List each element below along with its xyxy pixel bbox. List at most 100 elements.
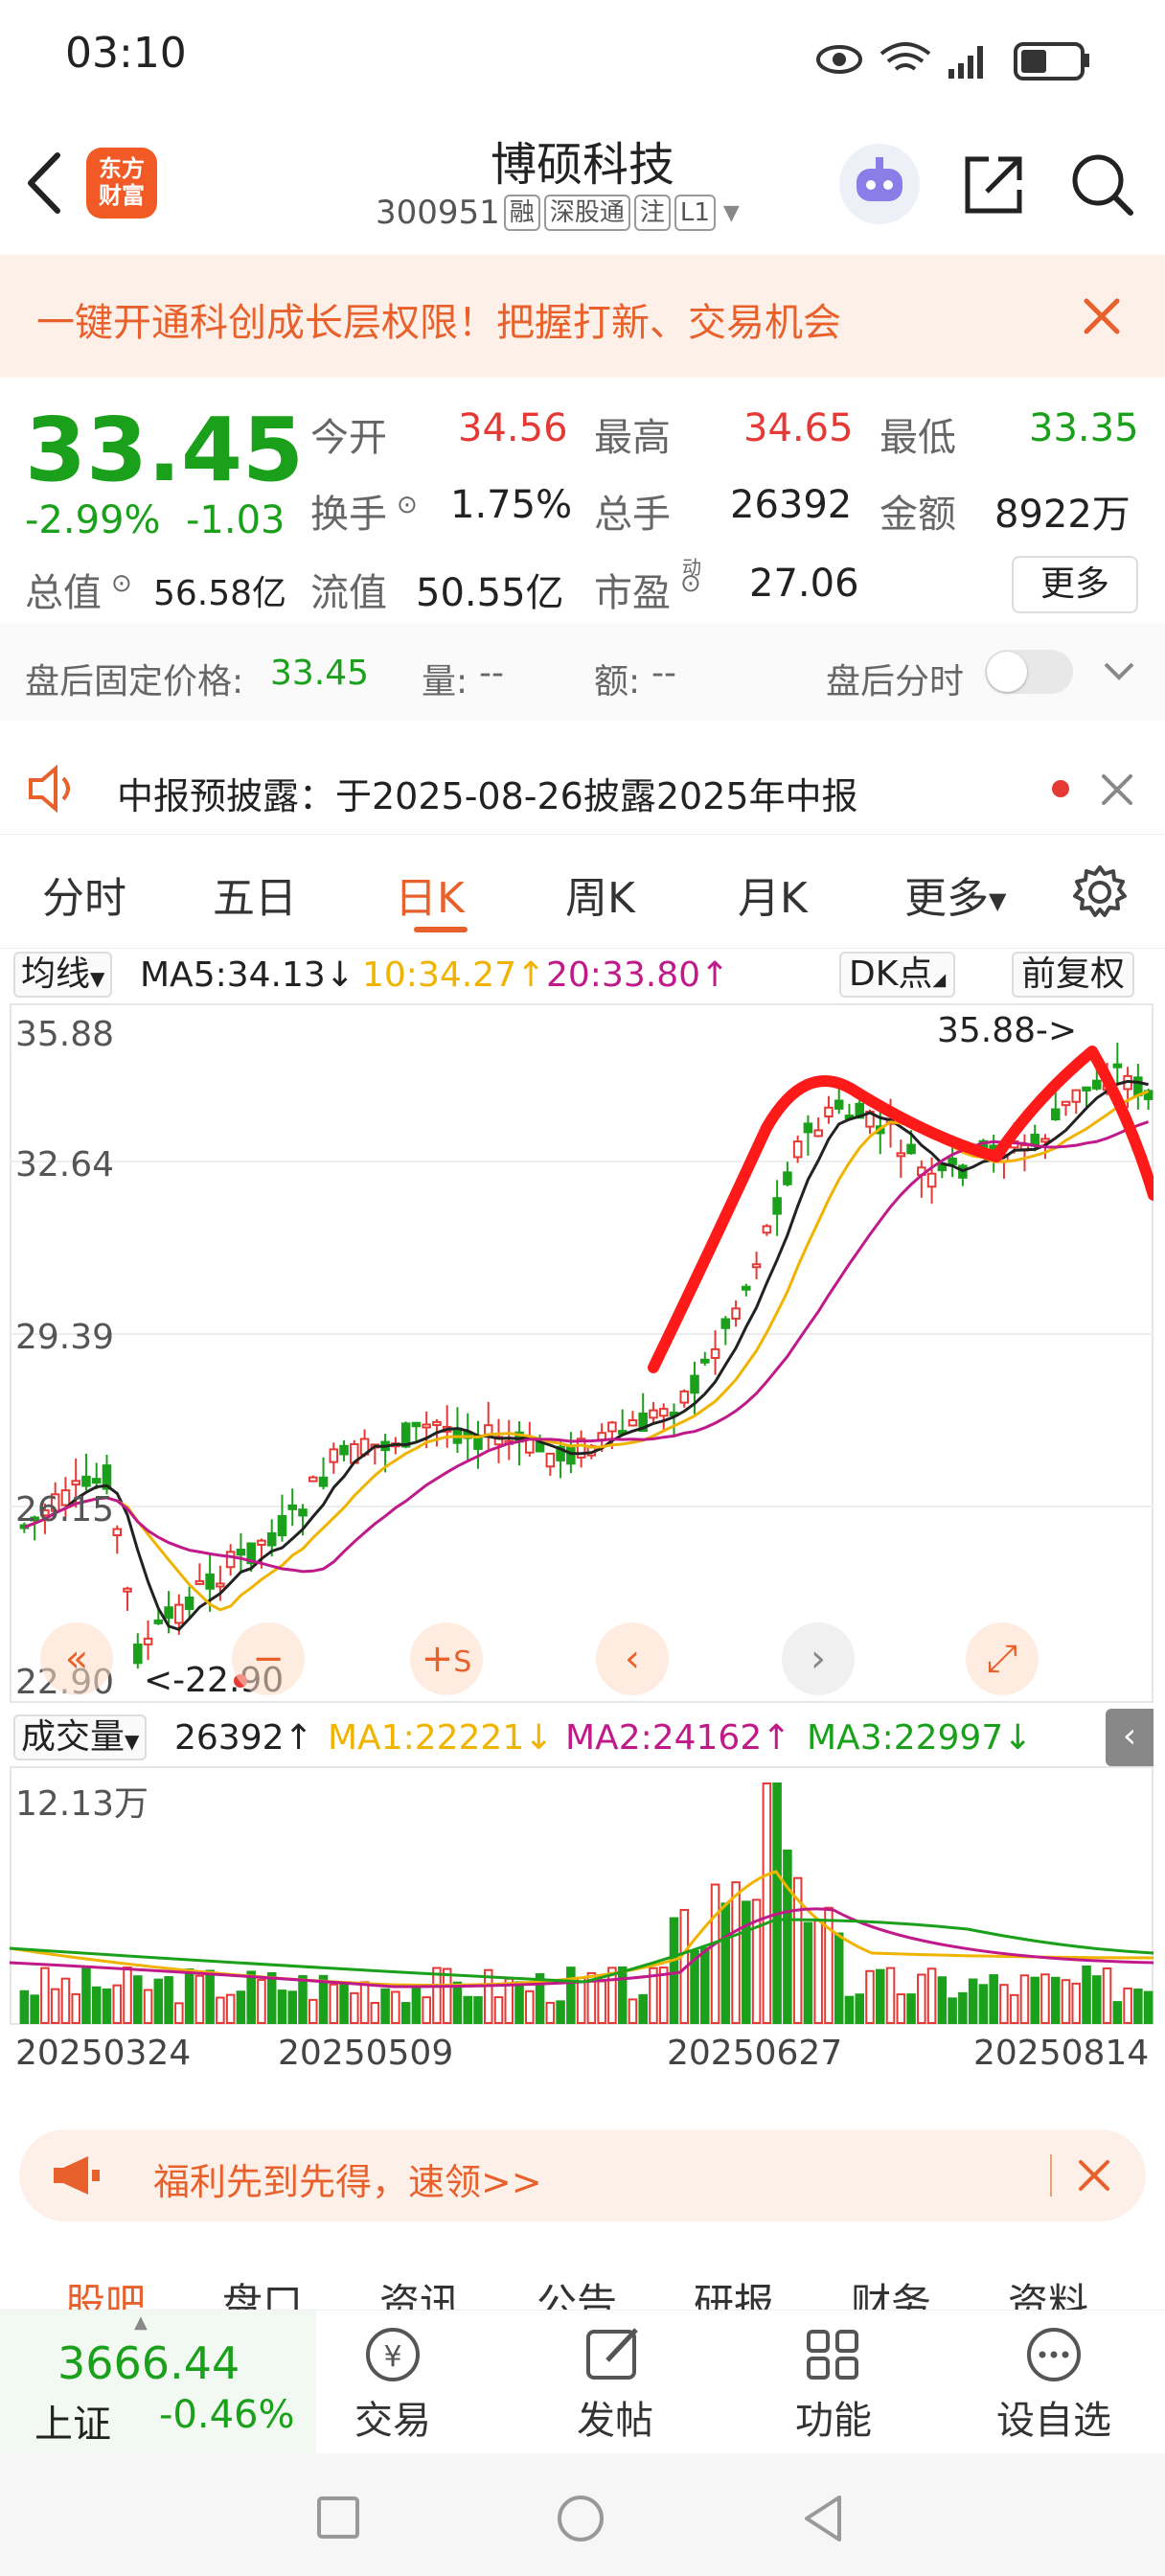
tab-indicator	[414, 927, 468, 932]
back-nav-icon[interactable]	[801, 2494, 845, 2543]
info-icon[interactable]: ⊙	[397, 491, 418, 519]
tab-weekly-k[interactable]: 周K	[565, 863, 635, 925]
stock-code-row[interactable]: 300951 融 深股通 注 L1 ▼	[376, 194, 740, 232]
after-split-toggle[interactable]	[985, 650, 1073, 694]
after-vol-value: --	[479, 654, 504, 693]
volume-bar	[1112, 2001, 1123, 2024]
speaker-icon	[29, 765, 70, 813]
pe-label: 市盈	[594, 571, 671, 615]
adjust-button[interactable]: 前复权	[1012, 952, 1135, 998]
volume-bar	[1102, 1967, 1112, 2024]
promo-banner[interactable]: 一键开通科创成长层权限！把握打新、交易机会	[0, 255, 1165, 378]
volume-bar	[463, 1995, 472, 2024]
candle-body	[649, 1409, 658, 1419]
ma10-value: 10:34.27↑	[362, 955, 546, 995]
close-icon[interactable]	[1100, 772, 1134, 807]
volume-bar	[597, 1980, 606, 2025]
candle-body	[298, 1508, 308, 1517]
close-icon[interactable]	[1077, 2158, 1111, 2193]
volume-bar	[298, 1975, 308, 2025]
tab-monthly-k[interactable]: 月K	[738, 863, 808, 925]
share-icon[interactable]	[960, 150, 1029, 218]
volume-bar	[700, 1946, 710, 2024]
vol-ma2-line	[9, 1907, 1154, 1989]
candle-body	[153, 1619, 164, 1624]
volume-bar	[968, 1978, 978, 2024]
index-change: -0.46%	[159, 2393, 295, 2437]
volume-bar	[91, 1986, 102, 2024]
volume-bar	[287, 1990, 298, 2024]
volume-bar	[783, 1850, 792, 2024]
chevron-down-icon[interactable]	[1102, 659, 1136, 684]
volume-bar	[576, 1976, 586, 2025]
candle-body	[906, 1143, 916, 1155]
more-button[interactable]: 更多	[1012, 556, 1138, 613]
volume-bar	[834, 1932, 844, 2024]
volume-bar	[174, 2002, 184, 2024]
welfare-banner[interactable]: 福利先到先得，速领>>	[19, 2129, 1146, 2221]
assistant-avatar[interactable]	[839, 144, 920, 224]
collapse-button[interactable]: ‹	[1106, 1709, 1154, 1766]
trade-button[interactable]: ¥ 交易	[335, 2324, 450, 2445]
close-icon[interactable]	[1081, 295, 1123, 337]
volume-chart[interactable]: 12.13万	[9, 1766, 1154, 2025]
post-button[interactable]: 发帖	[558, 2324, 673, 2445]
high-annotation: 35.88->	[937, 1011, 1078, 1050]
search-icon[interactable]	[1067, 150, 1136, 218]
volume-bar	[1092, 1975, 1102, 2024]
y-label-3: 29.39	[15, 1318, 115, 1357]
volume-legend-row: 成交量▼ 26392↑ MA1:22221↓ MA2:24162↑ MA3:22…	[0, 1709, 1165, 1766]
stock-header: 东方 财富 博硕科技 300951 融 深股通 注 L1 ▼	[0, 115, 1165, 255]
add-s-button[interactable]: +S	[410, 1622, 483, 1695]
candle-body	[658, 1408, 669, 1417]
add-watchlist-button[interactable]: 设自选	[987, 2324, 1121, 2445]
candle-body	[1050, 1108, 1061, 1121]
candle-body	[834, 1099, 844, 1110]
volume-bar	[989, 1974, 998, 2024]
kline-chart[interactable]: 35.88 32.64 29.39 26.15 22.90 35.88-> <-…	[10, 1003, 1159, 1703]
volume-bar	[617, 1966, 628, 2024]
ma-select-label: 均线	[21, 954, 91, 994]
gear-icon[interactable]	[1071, 863, 1129, 921]
corner-icon: ◢	[932, 970, 947, 990]
open-value: 34.56	[458, 406, 568, 450]
ma5-line	[23, 1079, 1149, 1632]
index-value: 3666.44	[57, 2337, 240, 2389]
battery-icon	[1014, 42, 1089, 80]
candle-body	[803, 1122, 813, 1134]
tab-intraday[interactable]: 分时	[42, 863, 126, 925]
next-button[interactable]: ›	[782, 1622, 855, 1695]
candle-body	[143, 1637, 153, 1645]
indicator-select[interactable]: 成交量▼	[13, 1714, 148, 1760]
volume-bar	[359, 1981, 370, 2025]
ma-select[interactable]: 均线▼	[13, 952, 113, 998]
rewind-button[interactable]: «	[40, 1622, 113, 1695]
tab-five-day[interactable]: 五日	[213, 863, 297, 925]
index-ticker[interactable]: ▲ 3666.44 上证 -0.46%	[0, 2311, 316, 2454]
fullscreen-button[interactable]: ⤢	[966, 1622, 1039, 1695]
tab-daily-k[interactable]: 日K	[395, 863, 465, 925]
info-icon[interactable]: ⊙	[680, 569, 701, 598]
volume-bar	[216, 1996, 225, 2024]
volume-bar	[102, 1988, 112, 2024]
info-icon[interactable]: ⊙	[111, 569, 132, 598]
prev-button[interactable]: ‹	[596, 1622, 669, 1695]
function-button[interactable]: 功能	[776, 2324, 891, 2445]
kline-svg[interactable]	[10, 1003, 1159, 1703]
candle-body	[308, 1476, 318, 1483]
bottom-toolbar: ▲ 3666.44 上证 -0.46% ¥ 交易 发帖 功能 设自选	[0, 2310, 1165, 2454]
volume-bar	[1009, 1993, 1019, 2025]
home-icon[interactable]	[556, 2494, 605, 2543]
dk-button[interactable]: DK点◢	[839, 952, 956, 998]
tab-more[interactable]: 更多▼	[904, 863, 1006, 925]
recents-icon[interactable]	[316, 2496, 360, 2540]
date-label-1: 20250324	[15, 2034, 192, 2073]
y-label-2: 32.64	[15, 1145, 115, 1184]
candle-body	[287, 1504, 298, 1510]
candle-body	[948, 1157, 957, 1165]
zoom-out-button[interactable]: −	[232, 1622, 305, 1695]
notice-row[interactable]: 中报预披露：于2025-08-26披露2025年中报	[0, 738, 1165, 834]
amount-value: 8922万	[994, 493, 1131, 537]
volume-bar	[514, 1981, 524, 2024]
volume-bar	[164, 1976, 173, 2024]
